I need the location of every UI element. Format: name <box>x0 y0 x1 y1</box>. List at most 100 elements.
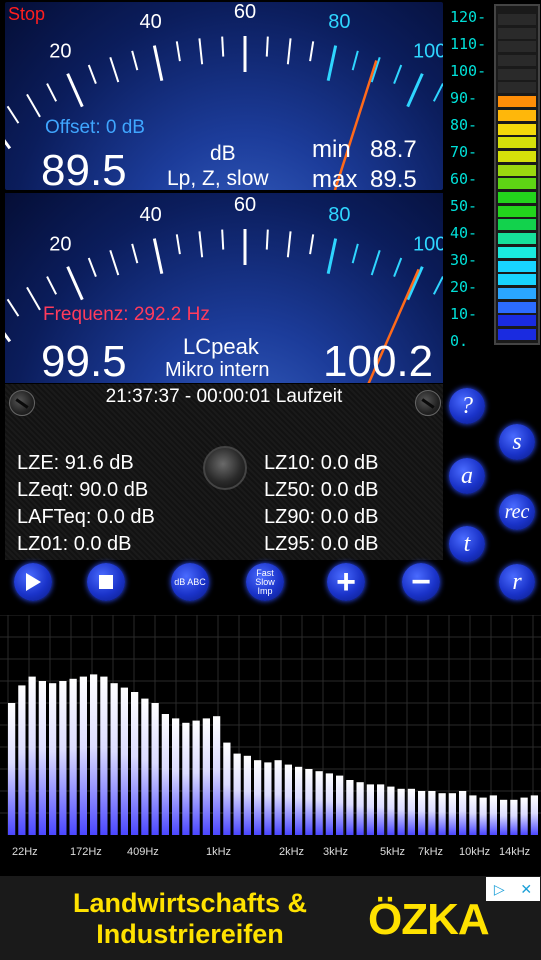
frequency-tick-label: 1kHz <box>206 846 232 858</box>
spectrum-bar <box>479 797 487 835</box>
max-value: 89.5 <box>370 166 417 190</box>
spectrum-bar <box>141 698 149 835</box>
scale-label: 60 <box>234 194 256 216</box>
scale-tick <box>309 234 315 255</box>
plus-button[interactable]: + <box>327 563 365 601</box>
scale-tick <box>286 38 292 65</box>
bargraph-segment <box>498 13 536 25</box>
spectrum-bar <box>90 674 98 835</box>
spectrum-bar <box>469 795 477 835</box>
spectrum-bar <box>366 784 374 835</box>
spectrum-bar <box>356 782 364 835</box>
bargraph-segment <box>498 246 536 258</box>
max-label: max <box>312 166 358 190</box>
ad-choices-badge[interactable]: ▷ ✕ <box>486 877 540 901</box>
spectrum-bar <box>110 683 118 835</box>
scale-tick <box>46 83 58 102</box>
scale-label: 100 <box>413 233 443 255</box>
bargraph-segment <box>498 68 536 80</box>
scale-tick <box>309 41 315 62</box>
spectrum-bar <box>387 786 395 835</box>
stat-lz50: LZ50: 0.0 dB <box>264 479 379 501</box>
bargraph-tick: 120- <box>450 8 487 26</box>
scale-label: 80 <box>328 11 350 33</box>
scale-tick <box>5 139 12 150</box>
stat-lze: LZE: 91.6 dB <box>17 452 134 474</box>
close-icon[interactable]: ✕ <box>520 881 532 898</box>
weighting-button[interactable]: dB ABC <box>171 563 209 601</box>
bargraph-segment <box>498 315 536 327</box>
min-label: min <box>312 136 351 163</box>
scale-label: 20 <box>49 40 71 62</box>
bargraph-tick: 60- <box>450 170 478 188</box>
bargraph-segment <box>498 150 536 162</box>
scale-label: 100 <box>413 40 443 62</box>
bargraph-tick: 40- <box>450 224 478 242</box>
frequency-tick-label: 409Hz <box>127 846 159 858</box>
spectrum-bar <box>315 771 323 835</box>
offset-label: Offset: 0 dB <box>45 117 145 138</box>
scale-tick <box>131 243 139 264</box>
sound-meter-app: 020406080100120 Stop Offset: 0 dB 89.5 d… <box>0 0 541 960</box>
spectrum-bar <box>428 791 436 835</box>
scale-tick <box>393 257 403 277</box>
help-button[interactable]: ? <box>449 388 485 424</box>
scale-tick <box>198 38 204 65</box>
bargraph-segment <box>498 41 536 53</box>
scale-label: 40 <box>139 11 161 33</box>
frequency-tick-label: 2kHz <box>279 846 305 858</box>
time-weighting-button[interactable]: Fast Slow Imp <box>246 563 284 601</box>
scale-tick <box>66 73 84 108</box>
spectrum-bar <box>336 775 344 835</box>
bargraph-segment <box>498 287 536 299</box>
r-button[interactable]: r <box>499 564 535 600</box>
spectrum-bar <box>459 791 467 835</box>
knob-icon[interactable] <box>203 446 247 490</box>
bargraph-scale: 120- 110- 100- 90- 80- 70- 60- 50- 40- 30- 20- 10- 0… <box>447 2 493 350</box>
scale-tick <box>326 45 338 82</box>
level-meter-bottom: 020406080100120 Frequenz: 292.2 Hz 99.5 … <box>5 193 443 383</box>
spectrum-bar <box>182 722 190 835</box>
scale-tick <box>26 286 41 311</box>
stat-lz10: LZ10: 0.0 dB <box>264 452 379 474</box>
bargraph-tick: 70- <box>450 143 478 161</box>
spectrum-bar <box>28 676 36 835</box>
scale-tick <box>286 231 292 258</box>
spectrum-bar <box>418 791 426 835</box>
scale-tick <box>109 250 120 276</box>
frequency-tick-label: 10kHz <box>459 846 491 858</box>
spectrum-bar <box>346 780 354 835</box>
spectrum-bar <box>131 692 139 835</box>
spectrum-bar <box>151 703 159 835</box>
spectrum-bar <box>254 760 262 835</box>
play-icon <box>26 573 41 591</box>
spectrum-bar <box>120 687 128 835</box>
bargraph-segment <box>498 123 536 135</box>
s-button[interactable]: s <box>499 424 535 460</box>
stop-label[interactable]: Stop <box>8 4 45 25</box>
stat-lz01: LZ01: 0.0 dB <box>17 533 132 555</box>
scale-tick <box>393 64 403 84</box>
bargraph-tick: 10- <box>450 305 478 323</box>
a-button[interactable]: a <box>449 458 485 494</box>
stop-button[interactable] <box>87 563 125 601</box>
frequency-tick-label: 14kHz <box>499 846 531 858</box>
bargraph-tick: 80- <box>450 116 478 134</box>
scale-tick <box>5 332 12 343</box>
bargraph-tick: 90- <box>450 89 478 107</box>
spectrum-bar <box>397 788 405 835</box>
bargraph-segment <box>498 109 536 121</box>
scale-tick <box>87 64 97 84</box>
scale-tick <box>6 298 20 317</box>
rec-button[interactable]: rec <box>499 494 535 530</box>
scale-tick <box>175 41 181 62</box>
spectrum-bar <box>18 685 26 835</box>
play-button[interactable] <box>14 563 52 601</box>
t-button[interactable]: t <box>449 526 485 562</box>
unit-label: dB <box>210 142 236 165</box>
minus-button[interactable]: − <box>402 563 440 601</box>
scale-tick <box>152 45 164 82</box>
scale-label: 80 <box>328 204 350 226</box>
spectrum-bar <box>500 799 508 835</box>
spectrum-bar <box>213 716 221 835</box>
